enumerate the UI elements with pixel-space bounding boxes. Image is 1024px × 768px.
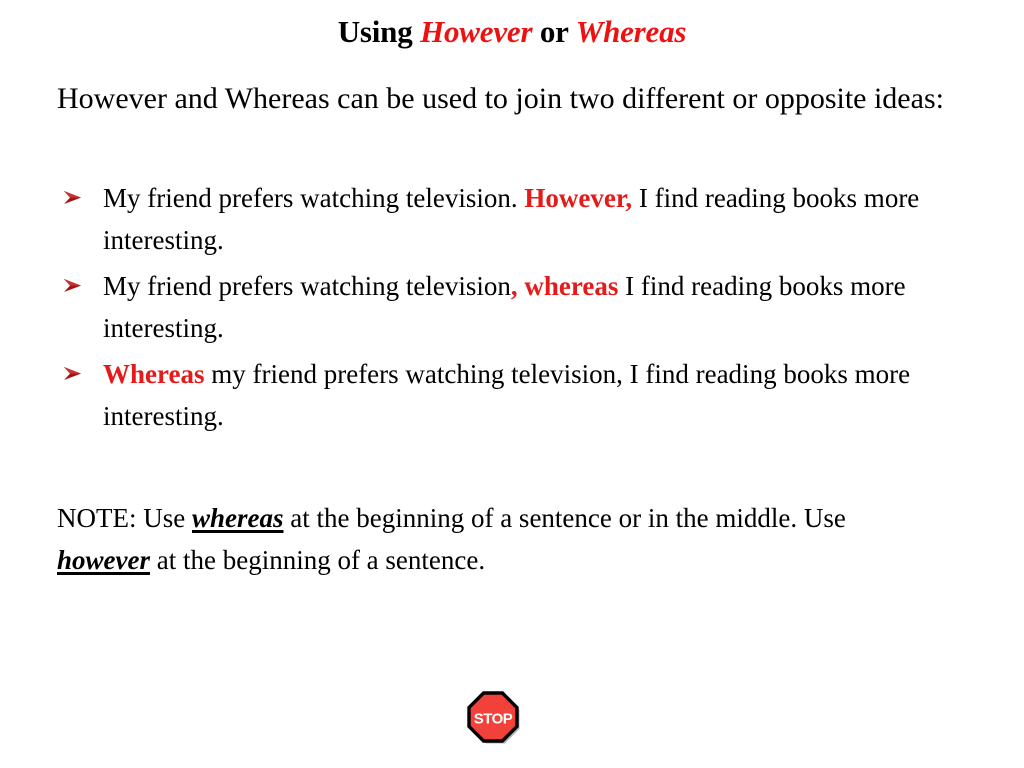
- note-part-3: at the beginning of a sentence.: [149, 545, 486, 575]
- stop-sign-icon: STOP: [466, 690, 520, 744]
- title-keyword-however: However: [420, 14, 533, 49]
- arrowhead-bullet-icon: [60, 269, 86, 295]
- title-keyword-whereas: Whereas: [575, 14, 687, 49]
- list-item-3-highlight: Whereas: [103, 359, 205, 389]
- list-item-text: My friend prefers watching television, w…: [103, 265, 987, 349]
- note-part-1: NOTE: Use: [57, 503, 192, 533]
- list-item-2-pre: My friend prefers watching television: [103, 271, 511, 301]
- example-list: My friend prefers watching television. H…: [57, 177, 987, 441]
- list-item-1-highlight: However,: [524, 183, 633, 213]
- list-item-3-post: my friend prefers watching television, I…: [103, 359, 911, 431]
- title-part-1: Using: [337, 14, 421, 49]
- note-part-2: at the beginning of a sentence or in the…: [283, 503, 846, 533]
- note-keyword-whereas: whereas: [191, 503, 284, 533]
- list-item-text: My friend prefers watching television. H…: [103, 177, 987, 261]
- list-item-text: Whereas my friend prefers watching telev…: [103, 353, 987, 437]
- list-item: Whereas my friend prefers watching telev…: [57, 353, 987, 437]
- list-item: My friend prefers watching television. H…: [57, 177, 987, 261]
- stop-sign-label: STOP: [474, 711, 513, 728]
- page-title: Using However or Whereas: [0, 14, 1024, 50]
- list-item-1-pre: My friend prefers watching television.: [103, 183, 525, 213]
- slide-canvas: Using However or Whereas However and Whe…: [0, 0, 1024, 768]
- arrowhead-bullet-icon: [60, 357, 86, 383]
- note-paragraph: NOTE: Use whereas at the beginning of a …: [57, 497, 937, 581]
- intro-paragraph: However and Whereas can be used to join …: [57, 82, 944, 115]
- note-keyword-however: however: [57, 545, 150, 575]
- title-part-2: or: [532, 14, 576, 49]
- list-item: My friend prefers watching television, w…: [57, 265, 987, 349]
- list-item-2-highlight: , whereas: [510, 271, 619, 301]
- arrowhead-bullet-icon: [60, 181, 86, 207]
